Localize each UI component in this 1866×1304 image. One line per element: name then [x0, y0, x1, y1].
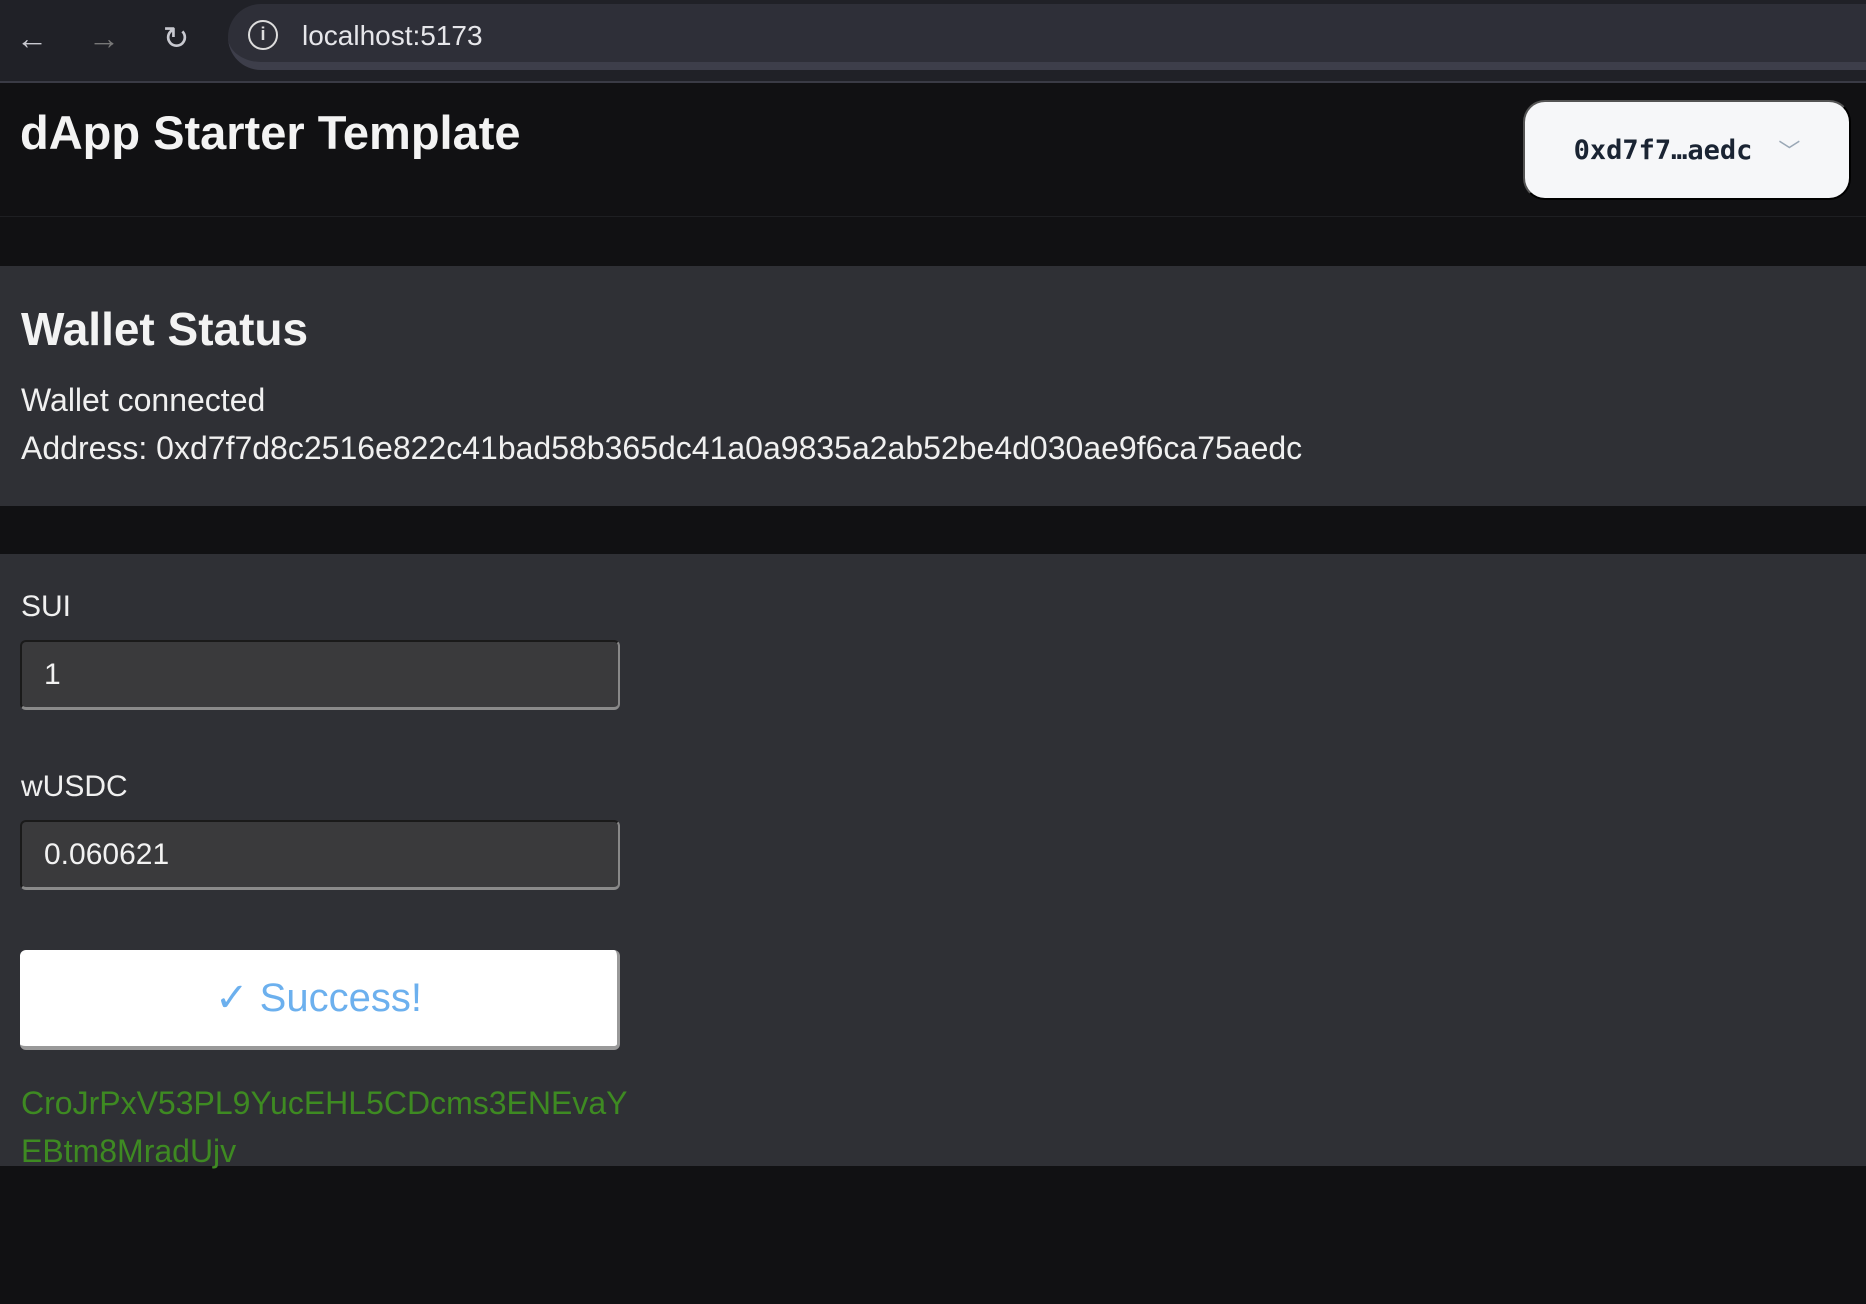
swap-card: SUI wUSDC ✓ Success! CroJrPxV53PL9YucEHL…: [0, 554, 1866, 1169]
wusdc-label: wUSDC: [21, 770, 128, 803]
forward-icon[interactable]: →: [84, 18, 124, 58]
submit-button[interactable]: ✓ Success!: [20, 950, 620, 1050]
url-text[interactable]: localhost:5173: [302, 20, 483, 52]
account-address: 0xd7f7…aedc: [1573, 134, 1753, 166]
chevron-down-icon: ﹀: [1778, 140, 1801, 165]
wusdc-input[interactable]: [20, 820, 620, 890]
wallet-address: Address: 0xd7f7d8c2516e822c41bad58b365dc…: [21, 430, 1303, 466]
info-icon[interactable]: i: [248, 20, 278, 50]
transaction-digest: CroJrPxV53PL9YucEHL5CDcms3ENEvaYEBtm8Mra…: [21, 1085, 628, 1169]
reload-icon[interactable]: ↻: [156, 18, 196, 58]
sui-input[interactable]: [20, 640, 620, 710]
address-bar[interactable]: i localhost:5173: [228, 4, 1866, 70]
sui-label: SUI: [21, 590, 72, 623]
browser-toolbar: ← → ↻ i localhost:5173: [0, 0, 1866, 83]
app-header: dApp Starter Template 0xd7f7…aedc ﹀: [0, 85, 1866, 217]
account-button[interactable]: 0xd7f7…aedc ﹀: [1523, 100, 1851, 200]
app-title: dApp Starter Template: [20, 106, 521, 159]
wallet-status-card: Wallet Status Wallet connected Address: …: [0, 266, 1866, 506]
wallet-connected-text: Wallet connected: [21, 382, 266, 418]
back-icon[interactable]: ←: [12, 18, 52, 58]
wallet-status-heading: Wallet Status: [21, 303, 309, 355]
